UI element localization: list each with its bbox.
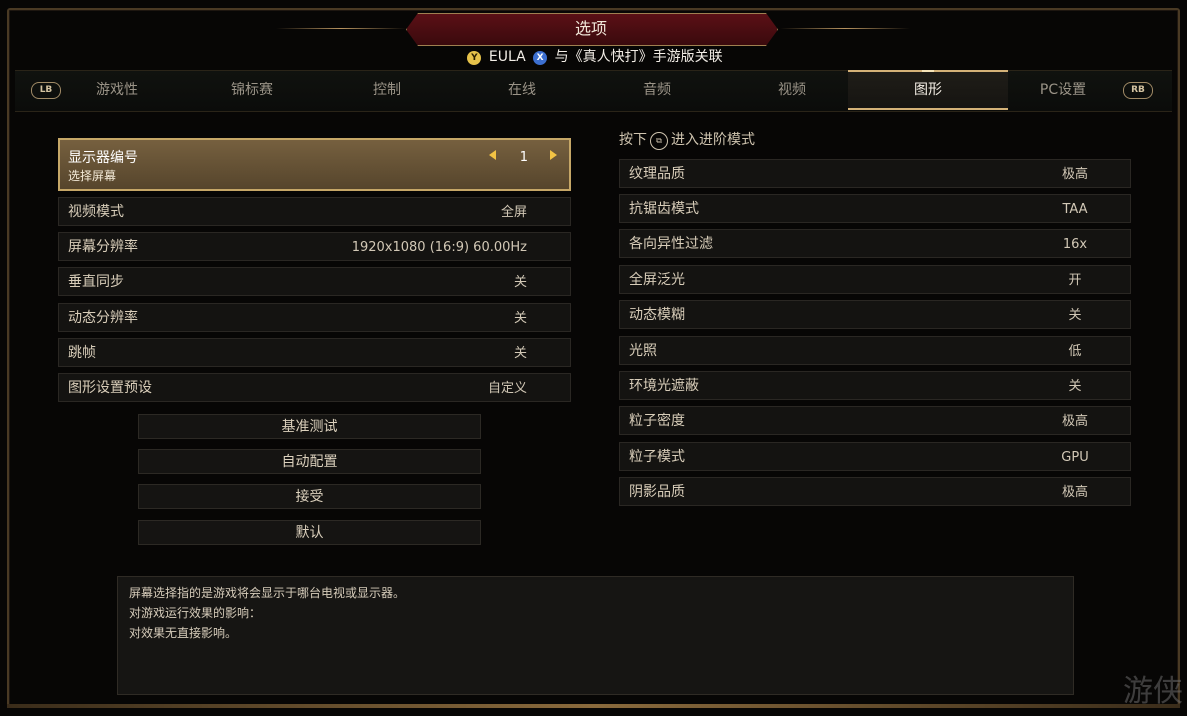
advanced-mode-hint: 按下 ⧉ 进入进阶模式 (619, 129, 755, 150)
frame-bottom-trim (7, 704, 1180, 708)
monitor-number-setting[interactable]: 显示器编号 选择屏幕 1 (58, 138, 571, 191)
eula-link[interactable]: EULA (489, 49, 526, 65)
setting-label: 各向异性过滤 (629, 236, 713, 252)
setting-label: 垂直同步 (68, 274, 124, 290)
setting-row-video-mode[interactable]: 视频模式 全屏 (58, 197, 571, 226)
header-actions: Y EULA X 与《真人快打》手游版关联 (0, 46, 1187, 66)
setting-label: 视频模式 (68, 204, 124, 220)
benchmark-button[interactable]: 基准测试 (138, 414, 481, 439)
setting-value: 关 (513, 311, 527, 326)
y-button-icon: Y (467, 51, 482, 65)
setting-label: 动态模糊 (629, 307, 685, 323)
setting-value: GPU (1061, 450, 1089, 465)
title-ornament-left (276, 28, 406, 29)
default-button[interactable]: 默认 (138, 520, 481, 545)
setting-row-shadow-quality[interactable]: 阴影品质 极高 (619, 477, 1131, 506)
setting-sublabel: 选择屏幕 (68, 169, 117, 183)
arrow-right-icon[interactable] (550, 150, 557, 160)
setting-row-vsync[interactable]: 垂直同步 关 (58, 267, 571, 296)
tab-tournament[interactable]: 锦标赛 (197, 70, 307, 110)
setting-value: 1920x1080 (16:9) 60.00Hz (351, 240, 527, 255)
setting-label: 环境光遮蔽 (629, 378, 699, 394)
tab-pc-settings[interactable]: PC设置 (1008, 70, 1118, 110)
setting-value: TAA (1062, 202, 1088, 217)
setting-value: 自定义 (487, 381, 527, 396)
setting-label: 粒子模式 (629, 449, 685, 465)
setting-row-motion-blur[interactable]: 动态模糊 关 (619, 300, 1131, 329)
tab-gameplay[interactable]: 游戏性 (62, 70, 172, 110)
hint-prefix: 按下 (619, 132, 647, 148)
monitor-number-value: 1 (519, 150, 528, 165)
setting-label: 抗锯齿模式 (629, 201, 699, 217)
description-line: 对游戏运行效果的影响： (129, 606, 262, 620)
setting-label: 粒子密度 (629, 413, 685, 429)
setting-label: 光照 (629, 343, 657, 359)
setting-label: 显示器编号 (68, 150, 138, 166)
setting-label: 屏幕分辨率 (68, 239, 138, 255)
tab-video[interactable]: 视频 (737, 70, 847, 110)
setting-value: 关 (1068, 308, 1082, 323)
setting-row-particle-density[interactable]: 粒子密度 极高 (619, 406, 1131, 435)
setting-value: 极高 (1061, 167, 1088, 182)
arrow-left-icon[interactable] (489, 150, 496, 160)
setting-label: 图形设置预设 (68, 380, 152, 396)
tab-graphics[interactable]: 图形 (848, 70, 1008, 110)
page-title: 选项 (574, 19, 607, 38)
description-panel: 屏幕选择指的是游戏将会显示于哪台电视或显示器。 对游戏运行效果的影响： 对效果无… (117, 576, 1074, 695)
lb-bumper-icon[interactable]: LB (31, 82, 61, 99)
setting-row-anisotropic[interactable]: 各向异性过滤 16x (619, 229, 1131, 258)
setting-row-lighting[interactable]: 光照 低 (619, 336, 1131, 365)
setting-label: 跳帧 (68, 345, 96, 361)
tab-controls[interactable]: 控制 (332, 70, 442, 110)
setting-label: 阴影品质 (629, 484, 685, 500)
description-line: 屏幕选择指的是游戏将会显示于哪台电视或显示器。 (129, 586, 406, 600)
x-button-icon: X (533, 51, 548, 65)
setting-row-resolution[interactable]: 屏幕分辨率 1920x1080 (16:9) 60.00Hz (58, 232, 571, 261)
setting-value: 关 (513, 346, 527, 361)
link-mobile-link[interactable]: 与《真人快打》手游版关联 (555, 49, 723, 65)
setting-row-frame-skip[interactable]: 跳帧 关 (58, 338, 571, 367)
setting-value: 低 (1068, 344, 1082, 359)
accept-button[interactable]: 接受 (138, 484, 481, 509)
setting-row-antialiasing[interactable]: 抗锯齿模式 TAA (619, 194, 1131, 223)
setting-row-texture-quality[interactable]: 纹理品质 极高 (619, 159, 1131, 188)
description-line: 对效果无直接影响。 (129, 626, 238, 640)
hint-suffix: 进入进阶模式 (671, 132, 755, 148)
setting-row-ambient-occlusion[interactable]: 环境光遮蔽 关 (619, 371, 1131, 400)
setting-value: 全屏 (500, 205, 527, 220)
setting-value: 16x (1062, 237, 1088, 252)
setting-label: 全屏泛光 (629, 272, 685, 288)
setting-value: 关 (1068, 379, 1082, 394)
rb-bumper-icon[interactable]: RB (1123, 82, 1153, 99)
tab-online[interactable]: 在线 (467, 70, 577, 110)
setting-row-dynamic-resolution[interactable]: 动态分辨率 关 (58, 303, 571, 332)
setting-row-bloom[interactable]: 全屏泛光 开 (619, 265, 1131, 294)
setting-row-particle-mode[interactable]: 粒子模式 GPU (619, 442, 1131, 471)
setting-value: 开 (1068, 273, 1082, 288)
auto-config-button[interactable]: 自动配置 (138, 449, 481, 474)
setting-value: 极高 (1061, 485, 1088, 500)
setting-value: 极高 (1061, 414, 1088, 429)
title-ornament-right (780, 28, 910, 29)
setting-label: 动态分辨率 (68, 310, 138, 326)
watermark-logo: 游侠 (1123, 674, 1183, 709)
tab-audio[interactable]: 音频 (602, 70, 712, 110)
setting-value: 关 (513, 275, 527, 290)
setting-row-graphics-preset[interactable]: 图形设置预设 自定义 (58, 373, 571, 402)
rs-button-icon: ⧉ (650, 132, 668, 150)
setting-label: 纹理品质 (629, 166, 685, 182)
